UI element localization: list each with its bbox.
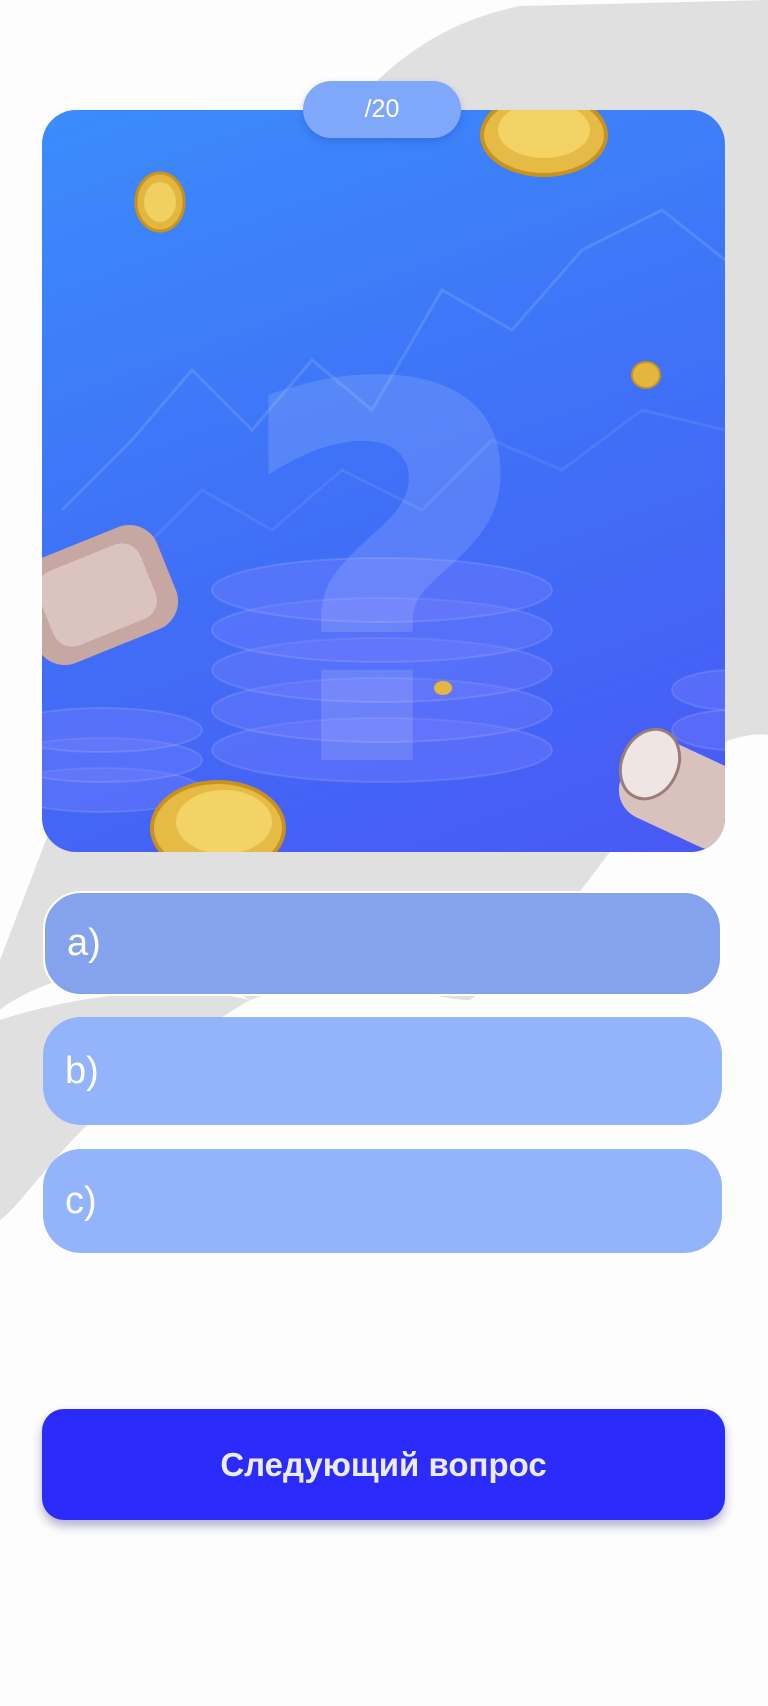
next-question-label: Следующий вопрос <box>220 1445 547 1483</box>
question-illustration: ? <box>42 110 725 852</box>
answer-option-letter: b) <box>65 1049 99 1092</box>
answer-option-letter: c) <box>65 1179 97 1222</box>
question-mark-icon: ? <box>232 277 535 852</box>
question-counter: /20 <box>303 81 461 138</box>
answer-option-c[interactable]: c) <box>43 1149 722 1253</box>
answer-option-letter: a) <box>67 922 101 964</box>
gold-coin-icon <box>134 171 186 233</box>
question-counter-text: /20 <box>364 95 400 123</box>
gold-coin-icon <box>480 110 608 177</box>
next-question-button[interactable]: Следующий вопрос <box>42 1409 725 1520</box>
answer-option-a[interactable]: a) <box>43 891 722 996</box>
answer-option-b[interactable]: b) <box>43 1017 722 1125</box>
